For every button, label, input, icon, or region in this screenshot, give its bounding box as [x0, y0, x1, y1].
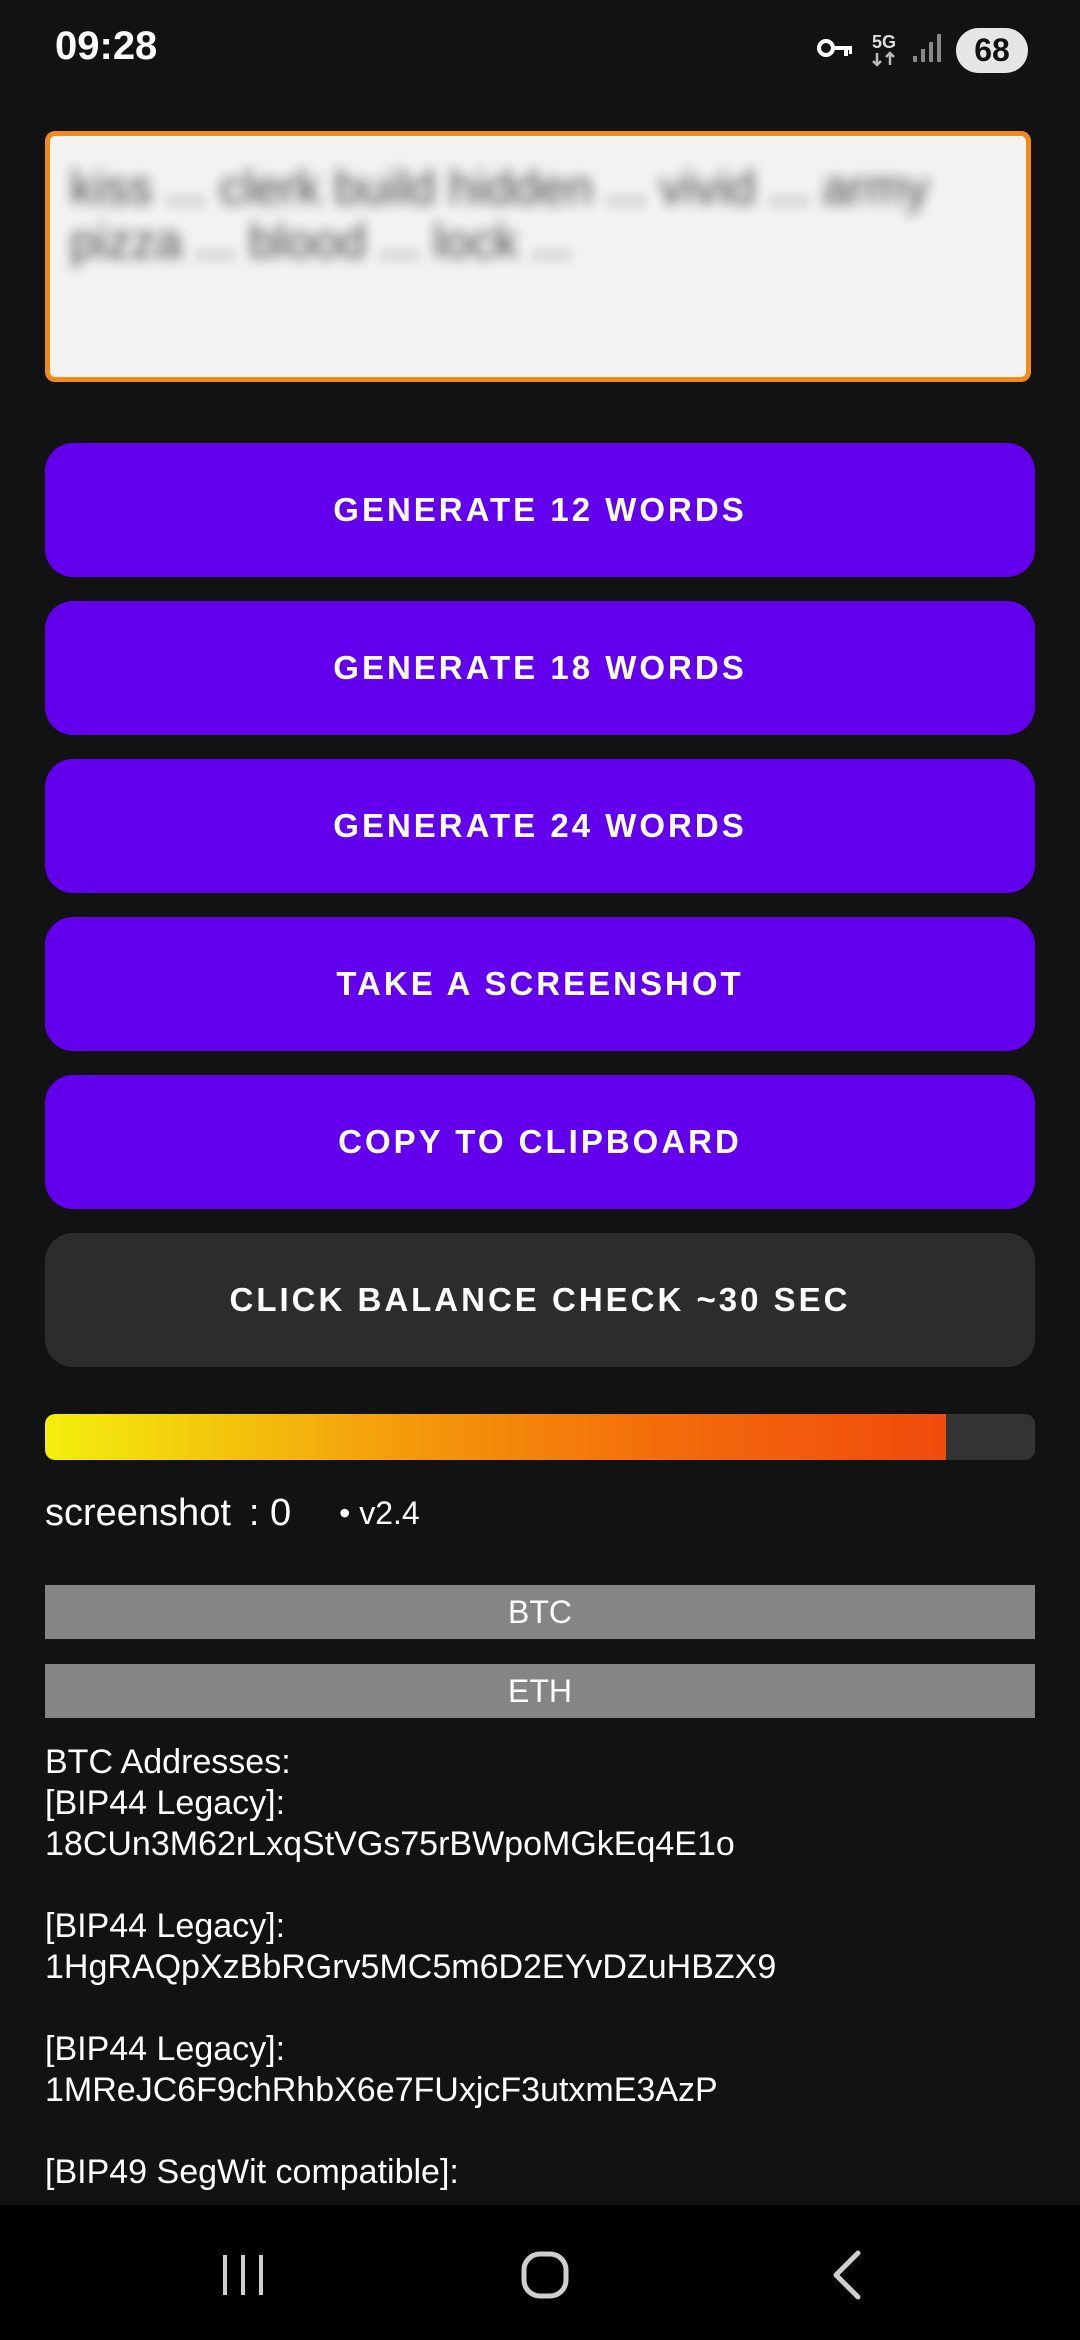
vpn-key-icon: [816, 36, 856, 65]
clock: 09:28: [55, 24, 158, 68]
address-type: [BIP44 Legacy]:: [45, 2030, 286, 2068]
home-icon[interactable]: [495, 2245, 595, 2305]
network-5g-icon: 5G: [870, 33, 898, 67]
address-value: 1HgRAQpXzBbRGrv5MC5m6D2EYvDZuHBZX9: [45, 1948, 777, 1986]
tab-btc[interactable]: BTC: [45, 1585, 1035, 1639]
address-item: [BIP44 Legacy]: 18CUn3M62rLxqStVGs75rBWp…: [45, 1783, 1035, 1865]
recent-apps-icon[interactable]: [193, 2245, 293, 2305]
generate-12-words-button[interactable]: GENERATE 12 WORDS: [45, 443, 1035, 577]
status-icons: 5G 68: [816, 26, 1028, 74]
address-type: [BIP44 Legacy]:: [45, 1784, 286, 1822]
screenshot-label: screenshot: [45, 1491, 231, 1534]
progress-bar: [45, 1414, 1035, 1460]
address-item: [BIP44 Legacy]: 1HgRAQpXzBbRGrv5MC5m6D2E…: [45, 1906, 1035, 1988]
address-item: [BIP49 SegWit compatible]:: [45, 2152, 1035, 2193]
address-list: BTC Addresses: [BIP44 Legacy]: 18CUn3M62…: [45, 1742, 1035, 2234]
address-item: [BIP44 Legacy]: 1MReJC6F9chRhbX6e7FUxjcF…: [45, 2029, 1035, 2111]
seed-phrase-field[interactable]: kiss ... clerk build hidden ... vivid ..…: [45, 131, 1031, 382]
address-list-title: BTC Addresses:: [45, 1743, 291, 1781]
navigation-bar: [0, 2205, 1080, 2340]
address-type: [BIP44 Legacy]:: [45, 1907, 286, 1945]
progress-fill: [45, 1414, 946, 1460]
tab-eth[interactable]: ETH: [45, 1664, 1035, 1718]
generate-18-words-button[interactable]: GENERATE 18 WORDS: [45, 601, 1035, 735]
status-bar: 09:28 5G 68: [0, 0, 1080, 100]
generate-24-words-button[interactable]: GENERATE 24 WORDS: [45, 759, 1035, 893]
address-type: [BIP49 SegWit compatible]:: [45, 2153, 459, 2191]
screenshot-count: : 0: [248, 1491, 292, 1534]
battery-icon: 68: [956, 27, 1028, 73]
address-value: 18CUn3M62rLxqStVGs75rBWpoMGkEq4E1o: [45, 1825, 735, 1863]
signal-icon: [912, 32, 942, 69]
take-screenshot-button[interactable]: TAKE A SCREENSHOT: [45, 917, 1035, 1051]
seed-phrase-text: kiss ... clerk build hidden ... vivid ..…: [70, 162, 929, 269]
copy-to-clipboard-button[interactable]: COPY TO CLIPBOARD: [45, 1075, 1035, 1209]
back-icon[interactable]: [798, 2245, 898, 2305]
address-value: 1MReJC6F9chRhbX6e7FUxjcF3utxmE3AzP: [45, 2071, 718, 2109]
info-row: screenshot : 0 • v2.4: [45, 1485, 420, 1541]
balance-check-button[interactable]: CLICK BALANCE CHECK ~30 SEC: [45, 1233, 1035, 1367]
version-label: • v2.4: [339, 1494, 420, 1531]
